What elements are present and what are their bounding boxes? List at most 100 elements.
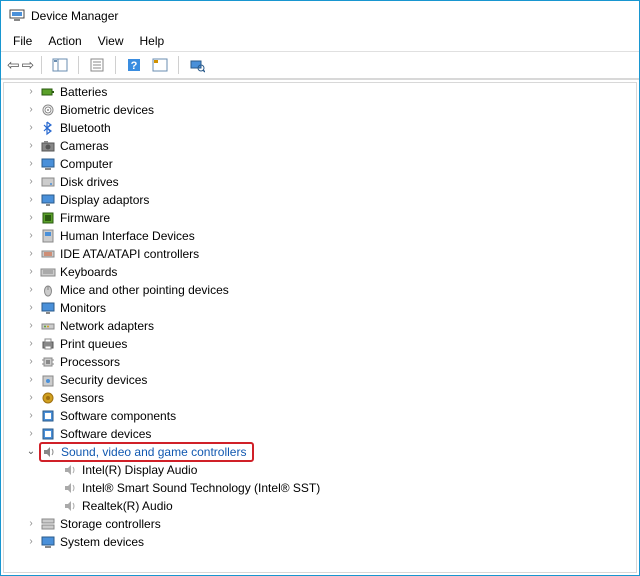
back-button[interactable]: ⇦ bbox=[7, 58, 20, 73]
fingerprint-icon bbox=[40, 102, 56, 118]
firmware-icon bbox=[40, 210, 56, 226]
tree-node-label: Sound, video and game controllers bbox=[61, 443, 246, 461]
chevron-right-icon[interactable]: › bbox=[26, 281, 36, 299]
chevron-right-icon[interactable]: › bbox=[26, 533, 36, 551]
device-manager-window: Device Manager File Action View Help ⇦ ⇨… bbox=[0, 0, 640, 576]
highlighted-category: Sound, video and game controllers bbox=[39, 442, 254, 462]
tree-node-label: Firmware bbox=[60, 209, 110, 227]
tree-child-node[interactable]: Intel® Smart Sound Technology (Intel® SS… bbox=[4, 479, 636, 497]
properties-button[interactable] bbox=[86, 54, 108, 76]
tree-node[interactable]: › IDE ATA/ATAPI controllers bbox=[4, 245, 636, 263]
sensor-icon bbox=[40, 390, 56, 406]
tree-node-label: Mice and other pointing devices bbox=[60, 281, 229, 299]
tree-node[interactable]: › Firmware bbox=[4, 209, 636, 227]
svg-text:?: ? bbox=[131, 60, 138, 72]
chevron-right-icon[interactable]: › bbox=[26, 101, 36, 119]
tree-node-label: IDE ATA/ATAPI controllers bbox=[60, 245, 199, 263]
monitor-icon bbox=[40, 300, 56, 316]
tree-node[interactable]: ›Security devices bbox=[4, 371, 636, 389]
tree-child-label: Intel(R) Display Audio bbox=[82, 461, 197, 479]
chevron-right-icon[interactable]: › bbox=[26, 515, 36, 533]
chevron-right-icon[interactable]: › bbox=[26, 425, 36, 443]
tree-node-label: Biometric devices bbox=[60, 101, 154, 119]
tree-node[interactable]: › System devices bbox=[4, 533, 636, 551]
chevron-right-icon[interactable]: › bbox=[26, 371, 36, 389]
keyboard-icon bbox=[40, 264, 56, 280]
hid-icon bbox=[40, 228, 56, 244]
chevron-right-icon[interactable]: › bbox=[26, 137, 36, 155]
security-icon bbox=[40, 372, 56, 388]
menu-action[interactable]: Action bbox=[40, 34, 89, 48]
scan-hardware-button[interactable] bbox=[186, 54, 208, 76]
action-button[interactable] bbox=[149, 54, 171, 76]
app-icon bbox=[9, 7, 25, 26]
toolbar-separator bbox=[41, 56, 42, 74]
chevron-right-icon[interactable]: › bbox=[26, 335, 36, 353]
tree-node-label: Bluetooth bbox=[60, 119, 111, 137]
computer-icon bbox=[40, 156, 56, 172]
tree-node[interactable]: ›Software components bbox=[4, 407, 636, 425]
help-button[interactable]: ? bbox=[123, 54, 145, 76]
toolbar-separator bbox=[115, 56, 116, 74]
forward-button[interactable]: ⇨ bbox=[22, 58, 35, 73]
tree-node-label: Disk drives bbox=[60, 173, 119, 191]
chevron-right-icon[interactable]: › bbox=[26, 317, 36, 335]
chevron-right-icon[interactable]: › bbox=[26, 83, 36, 101]
tree-node[interactable]: › Computer bbox=[4, 155, 636, 173]
tree-node[interactable]: ›Monitors bbox=[4, 299, 636, 317]
chevron-right-icon[interactable]: › bbox=[26, 119, 36, 137]
printer-icon bbox=[40, 336, 56, 352]
tree-node-label: Cameras bbox=[60, 137, 109, 155]
chevron-right-icon[interactable]: › bbox=[26, 299, 36, 317]
chevron-right-icon[interactable]: › bbox=[26, 155, 36, 173]
speaker-icon bbox=[62, 480, 78, 496]
tree-node[interactable]: › Cameras bbox=[4, 137, 636, 155]
chevron-right-icon[interactable]: › bbox=[26, 191, 36, 209]
tree-node[interactable]: › Print queues bbox=[4, 335, 636, 353]
chevron-right-icon[interactable]: › bbox=[26, 173, 36, 191]
tree-node-label: Computer bbox=[60, 155, 113, 173]
chevron-right-icon[interactable]: › bbox=[26, 245, 36, 263]
device-tree-scroll[interactable]: › Batteries › Biometric devices › Bluetooth › C… bbox=[3, 82, 637, 573]
show-hide-console-tree-button[interactable] bbox=[49, 54, 71, 76]
tree-node[interactable]: ›Sensors bbox=[4, 389, 636, 407]
tree-node-label: Network adapters bbox=[60, 317, 154, 335]
battery-icon bbox=[40, 84, 56, 100]
storage-icon bbox=[40, 516, 56, 532]
tree-node-label: Storage controllers bbox=[60, 515, 161, 533]
tree-node[interactable]: ⌄ Sound, video and game controllers bbox=[4, 443, 636, 461]
chevron-right-icon[interactable]: › bbox=[26, 353, 36, 371]
tree-node[interactable]: › Mice and other pointing devices bbox=[4, 281, 636, 299]
toolbar-separator bbox=[78, 56, 79, 74]
mouse-icon bbox=[40, 282, 56, 298]
tree-node-label: Print queues bbox=[60, 335, 127, 353]
tree-node[interactable]: › Batteries bbox=[4, 83, 636, 101]
menu-view[interactable]: View bbox=[90, 34, 132, 48]
menu-file[interactable]: File bbox=[5, 34, 40, 48]
tree-node[interactable]: ›Human Interface Devices bbox=[4, 227, 636, 245]
chevron-right-icon[interactable]: › bbox=[26, 263, 36, 281]
tree-child-node[interactable]: Realtek(R) Audio bbox=[4, 497, 636, 515]
chevron-down-icon[interactable]: ⌄ bbox=[26, 443, 36, 461]
chevron-right-icon[interactable]: › bbox=[26, 227, 36, 245]
tree-child-node[interactable]: Intel(R) Display Audio bbox=[4, 461, 636, 479]
bluetooth-icon bbox=[40, 120, 56, 136]
tree-node[interactable]: › Bluetooth bbox=[4, 119, 636, 137]
ide-icon bbox=[40, 246, 56, 262]
tree-node[interactable]: ›Processors bbox=[4, 353, 636, 371]
tree-node[interactable]: ›Keyboards bbox=[4, 263, 636, 281]
tree-node-label: System devices bbox=[60, 533, 144, 551]
tree-node[interactable]: ›Software devices bbox=[4, 425, 636, 443]
tree-node[interactable]: › Storage controllers bbox=[4, 515, 636, 533]
chevron-right-icon[interactable]: › bbox=[26, 389, 36, 407]
tree-node[interactable]: ›Display adaptors bbox=[4, 191, 636, 209]
menu-help[interactable]: Help bbox=[132, 34, 173, 48]
tree-node[interactable]: › Disk drives bbox=[4, 173, 636, 191]
chevron-right-icon[interactable]: › bbox=[26, 209, 36, 227]
chevron-right-icon[interactable]: › bbox=[26, 407, 36, 425]
toolbar: ⇦ ⇨ ? bbox=[1, 51, 639, 79]
tree-node[interactable]: › Biometric devices bbox=[4, 101, 636, 119]
tree-node-label: Batteries bbox=[60, 83, 107, 101]
tree-node[interactable]: › Network adapters bbox=[4, 317, 636, 335]
tree-child-label: Realtek(R) Audio bbox=[82, 497, 173, 515]
